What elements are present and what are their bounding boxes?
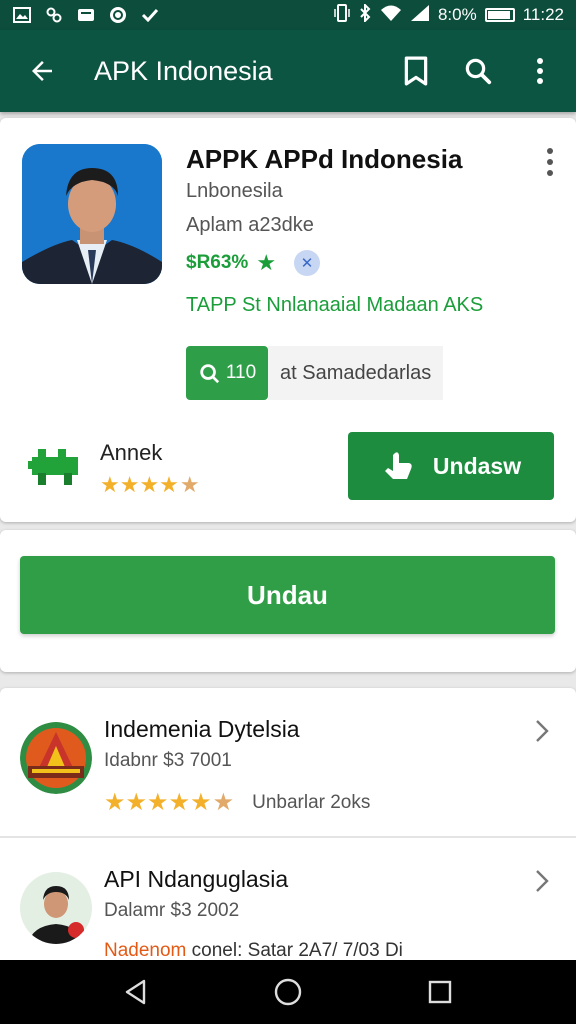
install-label: Undasw — [432, 452, 522, 479]
list-item[interactable]: Indemenia Dytelsia Idabnr $3 7001 ★★★★★ ★… — [0, 688, 576, 836]
battery-icon — [484, 8, 515, 22]
rating-block: Annek ★★★★ ★ — [28, 440, 200, 498]
battery-percent: 8:0% — [437, 5, 477, 24]
notification-icons — [12, 6, 160, 24]
link-icon — [44, 6, 64, 24]
download-button[interactable]: Undau — [20, 556, 555, 634]
chevron-right-icon[interactable] — [532, 718, 556, 742]
app-tagline: TAPP St Nnlanaaial Madaan AKS — [186, 294, 484, 316]
chip-label: at Samadedarlas — [268, 346, 444, 400]
bookmark-icon[interactable] — [394, 49, 438, 93]
app-name: APPK APPd Indonesia — [186, 144, 463, 174]
price-label: $R63% — [186, 252, 249, 273]
chip-number: 110 — [225, 362, 257, 383]
message-icon — [76, 6, 96, 24]
list-item-meta: Unbarlar 2oks — [252, 791, 371, 813]
app-price: $R63% ★ ✕ — [186, 250, 321, 276]
stat-chip[interactable]: 110 at Samadedarlas — [186, 346, 444, 400]
app-logo-icon — [20, 722, 92, 794]
clock: 11:22 — [522, 5, 564, 24]
recents-nav-icon[interactable] — [416, 968, 464, 1016]
list-item-tag: Nadenom conel: Satar 2A7/ 7/03 Di — [104, 940, 403, 962]
settings-badge-icon: ✕ — [294, 250, 321, 276]
status-bar: 8:0% 11:22 — [0, 0, 576, 30]
tag-rest: conel: Satar 2A7/ 7/03 Di — [186, 940, 403, 961]
install-button[interactable]: Undasw — [348, 432, 554, 500]
home-nav-icon[interactable] — [264, 968, 312, 1016]
app-circle-icon — [108, 6, 128, 24]
app-size: Aplam a23dke — [186, 214, 314, 236]
list-item-subtitle: Idabnr $3 7001 — [104, 750, 232, 771]
signal-icon — [410, 4, 430, 27]
app-details-card: APPK APPd Indonesia Lnbonesila Aplam a23… — [0, 118, 576, 522]
rating-label: Annek — [100, 440, 163, 465]
gallery-icon — [12, 6, 32, 24]
app-icon — [22, 144, 162, 284]
bluetooth-icon — [358, 2, 372, 27]
download-card: Undau — [0, 530, 576, 672]
avatar-icon — [20, 872, 92, 944]
rating-stars: ★★★★★ ★ — [104, 789, 235, 816]
check-icon — [140, 6, 160, 24]
list-item-subtitle: Dalamr $3 2002 — [104, 900, 240, 921]
page-title: APK Indonesia — [94, 55, 273, 86]
app-developer[interactable]: Lnbonesila — [186, 180, 283, 203]
system-icons: 8:0% 11:22 — [334, 2, 564, 27]
search-icon[interactable] — [456, 49, 500, 93]
more-options-icon[interactable] — [518, 49, 562, 93]
wifi-icon — [380, 4, 402, 27]
search-chip-icon — [200, 364, 219, 384]
card-more-icon[interactable] — [546, 148, 554, 176]
list-item-title: Indemenia Dytelsia — [104, 716, 300, 742]
back-icon[interactable] — [20, 49, 64, 93]
touch-icon — [384, 452, 412, 479]
tag-highlight: Nadenom — [104, 940, 187, 961]
chip-count: 110 — [186, 346, 268, 400]
star-icon: ★ — [256, 250, 277, 275]
chevron-right-icon[interactable] — [532, 868, 556, 892]
related-apps-list: Indemenia Dytelsia Idabnr $3 7001 ★★★★★ ★… — [0, 688, 576, 968]
system-nav-bar — [0, 960, 576, 1024]
list-item-title: API Ndanguglasia — [104, 866, 289, 892]
list-item-rating: ★★★★★ ★ Unbarlar 2oks — [104, 788, 370, 817]
app-bar: APK Indonesia — [0, 30, 576, 112]
vibrate-icon — [334, 3, 350, 27]
rating-stars: ★★★★ ★ — [100, 472, 200, 497]
back-nav-icon[interactable] — [112, 968, 160, 1016]
plugin-icon — [28, 443, 82, 496]
